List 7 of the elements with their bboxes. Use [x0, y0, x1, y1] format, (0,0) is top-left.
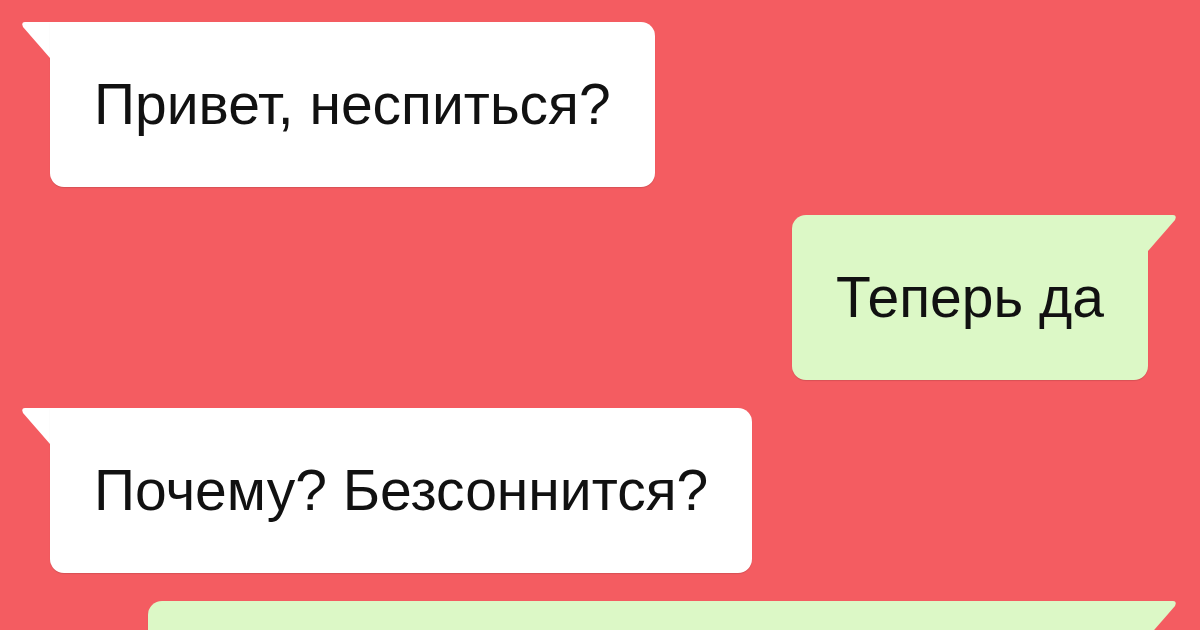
message-bubble: Почему? Безсоннится?: [50, 408, 753, 573]
bubble-tail: [22, 408, 50, 444]
message-bubble: Теперь да: [791, 215, 1148, 380]
bubble-tail: [22, 22, 50, 58]
message-bubble: Привет, неспиться?: [50, 22, 655, 187]
bubble-tail: [1148, 215, 1176, 251]
bubble-tail: [1148, 601, 1176, 630]
